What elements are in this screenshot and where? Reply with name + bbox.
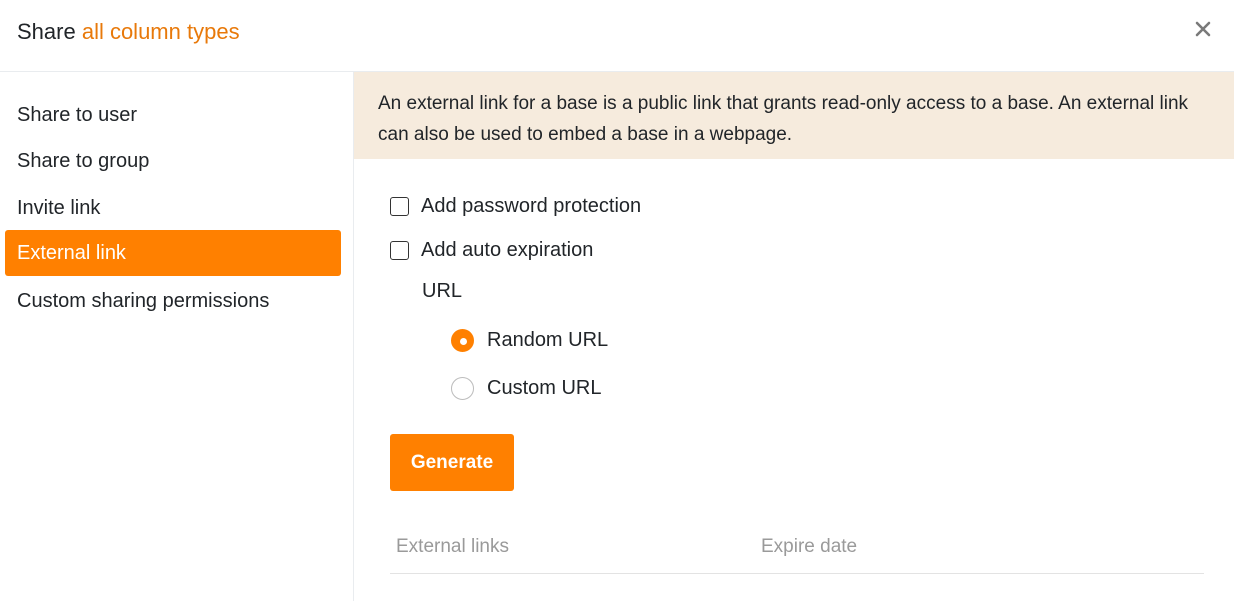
custom-url-radio[interactable] [451,376,474,400]
column-header-external-links: External links [396,536,509,557]
close-button[interactable] [1191,17,1215,41]
custom-url-label: Custom URL [487,376,602,399]
sidebar-item-custom-sharing-permissions[interactable]: Custom sharing permissions [5,278,341,324]
sidebar-item-label: Share to user [17,103,138,126]
sidebar-item-external-link[interactable]: External link [5,230,341,276]
share-dialog: Share all column types Share to user Sha… [0,0,1234,601]
info-notice: An external link for a base is a public … [354,72,1234,159]
random-url-radio[interactable] [451,328,474,352]
external-links-table-header: External links Expire date [390,530,1204,574]
generate-button[interactable]: Generate [390,434,514,491]
auto-expiration-label: Add auto expiration [421,238,594,261]
auto-expiration-option[interactable]: Add auto expiration [390,236,593,264]
sidebar-item-invite-link[interactable]: Invite link [5,185,341,231]
sidebar-item-share-to-user[interactable]: Share to user [5,92,341,138]
sidebar-item-label: Share to group [17,149,150,172]
title-prefix: Share [17,19,82,44]
password-protection-checkbox[interactable] [390,196,409,216]
custom-url-option[interactable]: Custom URL [451,374,601,402]
random-url-option[interactable]: Random URL [451,326,608,354]
column-header-expire-date: Expire date [761,536,858,557]
random-url-label: Random URL [487,328,609,351]
sidebar-item-share-to-group[interactable]: Share to group [5,138,341,184]
dialog-title: Share all column types [17,18,240,46]
sidebar-item-label: Invite link [17,196,101,219]
password-protection-label: Add password protection [421,194,642,217]
title-table-name: all column types [81,19,240,44]
sidebar-item-label: External link [17,241,126,264]
dialog-header: Share all column types [0,0,1234,72]
auto-expiration-checkbox[interactable] [390,240,409,260]
close-icon [1195,21,1211,37]
external-link-panel: An external link for a base is a public … [354,72,1234,601]
share-sidebar: Share to user Share to group Invite link… [0,72,354,601]
sidebar-item-label: Custom sharing permissions [17,289,270,312]
url-label: URL [422,280,463,302]
password-protection-option[interactable]: Add password protection [390,192,641,220]
